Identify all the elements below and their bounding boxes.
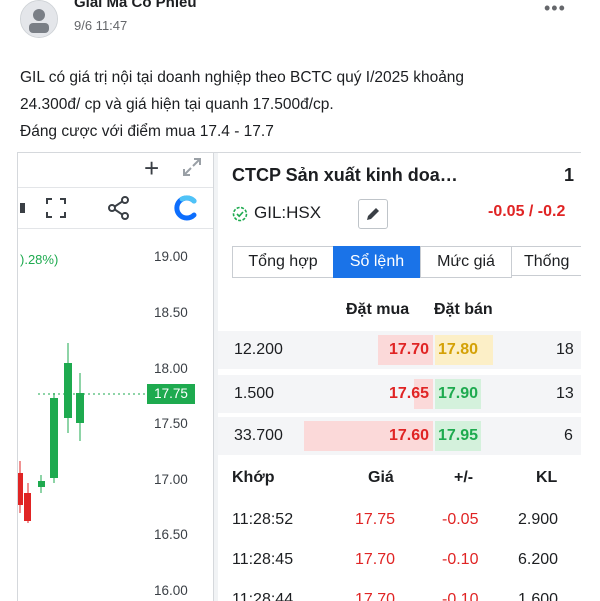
bid-volume: 33.700: [234, 427, 283, 444]
match-time: 11:28:45: [232, 551, 294, 568]
post-author[interactable]: Giải Mã Cổ Phiếu: [74, 0, 197, 11]
ask-volume: 13: [556, 385, 574, 402]
brand-c-icon[interactable]: [172, 194, 200, 222]
match-price: 17.70: [355, 551, 396, 568]
match-time: 11:28:52: [232, 511, 294, 528]
tab-thong-ke[interactable]: Thống: [511, 246, 581, 276]
share-icon[interactable]: [106, 195, 132, 221]
price-change: -0.05 / -0.2: [488, 203, 566, 220]
avatar[interactable]: [20, 0, 58, 38]
price-tick: 19.00: [154, 249, 188, 264]
orderbook-tabs: Tổng hợp Sổ lệnh Mức giá Thống: [232, 246, 581, 278]
pencil-icon: [367, 208, 379, 220]
match-price: 17.75: [355, 511, 396, 528]
price-tick: 16.50: [154, 527, 188, 542]
price-tick: 18.00: [154, 361, 188, 376]
ask-header: Đặt bán: [434, 301, 493, 318]
orderbook-row[interactable]: 1.500 17.65 17.90 13: [218, 375, 581, 413]
ask-volume: 6: [564, 427, 573, 444]
ask-price[interactable]: 17.80: [435, 335, 493, 365]
post-image[interactable]: + ).28%) 19.00 18.50 18.00 17.50 17.00 1…: [17, 152, 581, 601]
more-options-icon[interactable]: •••: [544, 0, 566, 19]
ask-price[interactable]: 17.95: [435, 421, 481, 451]
candle: [50, 398, 58, 478]
post-body: GIL có giá trị nội tại doanh nghiệp theo…: [20, 64, 580, 145]
candlestick-area[interactable]: [18, 333, 146, 601]
candle: [24, 493, 31, 521]
company-name: CTCP Sản xuất kinh doa…: [232, 165, 458, 185]
bid-volume: 1.500: [234, 385, 275, 402]
ask-price[interactable]: 17.90: [435, 379, 481, 409]
bid-price[interactable]: 17.65: [373, 379, 433, 409]
post-line: 24.300đ/ cp và giá hiện tại quanh 17.500…: [20, 96, 334, 113]
candle: [76, 393, 84, 423]
edit-button[interactable]: [358, 199, 388, 229]
match-volume: 6.200: [518, 551, 559, 568]
bid-price[interactable]: 17.70: [378, 335, 433, 365]
expand-icon[interactable]: [182, 157, 202, 177]
orderbook-panel: CTCP Sản xuất kinh doa… 1 GIL:HSX -0.05 …: [218, 153, 581, 601]
toolbar-edge-icon: [20, 203, 25, 213]
candle: [18, 473, 23, 505]
match-volume: 2.900: [518, 511, 559, 528]
tab-tong-hop[interactable]: Tổng hợp: [232, 246, 334, 278]
tab-so-lenh[interactable]: Sổ lệnh: [333, 246, 421, 278]
orderbook-row[interactable]: 33.700 17.60 17.95 6: [218, 417, 581, 455]
fullscreen-icon[interactable]: [45, 197, 67, 219]
match-header-change: +/-: [454, 469, 474, 486]
ticker-symbol: GIL:HSX: [254, 203, 322, 222]
chart-toolbar-top: +: [18, 153, 213, 188]
bid-header: Đặt mua: [346, 301, 410, 318]
price-tick: 16.00: [154, 583, 188, 598]
price-axis: 19.00 18.50 18.00 17.50 17.00 16.50 16.0…: [146, 233, 212, 601]
avatar-image: [21, 1, 57, 37]
clock-check-icon: [232, 206, 248, 222]
company-price: 1: [564, 165, 575, 185]
match-header-time: Khớp: [232, 469, 275, 486]
chart-panel: + ).28%) 19.00 18.50 18.00 17.50 17.00 1…: [18, 153, 214, 601]
chart-toolbar: [18, 188, 213, 229]
bid-price[interactable]: 17.60: [304, 421, 433, 451]
post-line: GIL có giá trị nội tại doanh nghiệp theo…: [20, 69, 465, 86]
orderbook-row[interactable]: 12.200 17.70 17.80 18: [218, 331, 581, 369]
candle: [64, 363, 72, 418]
match-change: -0.05: [442, 511, 479, 528]
current-price-marker: 17.75: [147, 384, 195, 404]
bid-volume: 12.200: [234, 341, 283, 358]
price-tick: 17.50: [154, 416, 188, 431]
plus-icon[interactable]: +: [144, 155, 159, 181]
match-header-price: Giá: [368, 469, 394, 486]
post-timestamp[interactable]: 9/6 11:47: [74, 18, 127, 33]
price-tick: 17.00: [154, 472, 188, 487]
tab-muc-gia[interactable]: Mức giá: [420, 246, 512, 278]
percent-change-label: ).28%): [20, 252, 59, 267]
match-header-volume: KL: [536, 469, 558, 486]
ask-volume: 18: [556, 341, 574, 358]
match-change: -0.10: [442, 551, 479, 568]
post-line: Đáng cược với điểm mua 17.4 - 17.7: [20, 123, 274, 140]
price-tick: 18.50: [154, 305, 188, 320]
